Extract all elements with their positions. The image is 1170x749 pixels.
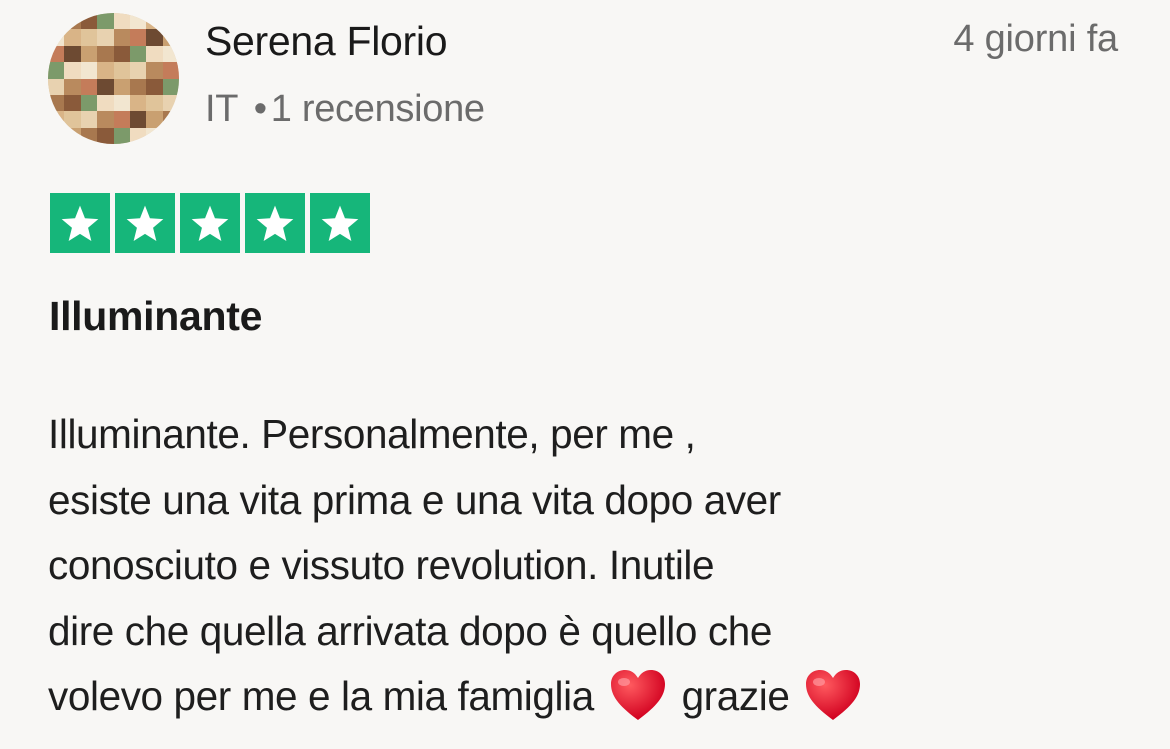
review-line: dire che quella arrivata dopo è quello c… <box>48 607 772 654</box>
star-icon <box>50 193 110 253</box>
meta-separator: • <box>253 88 267 130</box>
star-rating <box>50 193 370 253</box>
reviewer-country: IT <box>205 88 238 130</box>
review-line-text: volevo per me e la mia famiglia <box>48 673 594 719</box>
star-icon <box>180 193 240 253</box>
reviewer-review-count: 1 recensione <box>270 88 485 130</box>
review-line: esiste una vita prima e una vita dopo av… <box>48 476 781 523</box>
review-line-last: volevo per me e la mia famiglia grazie <box>48 664 1128 730</box>
star-icon <box>245 193 305 253</box>
review-closing: grazie <box>681 673 790 719</box>
star-icon <box>310 193 370 253</box>
review-line: Illuminante. Personalmente, per me , <box>48 411 696 457</box>
avatar-collage-image <box>48 13 179 144</box>
star-icon <box>115 193 175 253</box>
reviewer-meta: IT • 1 recensione <box>205 88 485 131</box>
review-line: conosciuto e vissuto revolution. Inutile <box>48 542 715 588</box>
reviewer-name[interactable]: Serena Florio <box>205 18 448 65</box>
heart-icon <box>610 670 665 720</box>
review-body: Illuminante. Personalmente, per me , esi… <box>48 402 1128 730</box>
heart-icon <box>806 670 861 720</box>
review-date: 4 giorni fa <box>953 18 1118 60</box>
review-title: Illuminante <box>49 293 263 339</box>
reviewer-avatar[interactable] <box>48 13 179 144</box>
